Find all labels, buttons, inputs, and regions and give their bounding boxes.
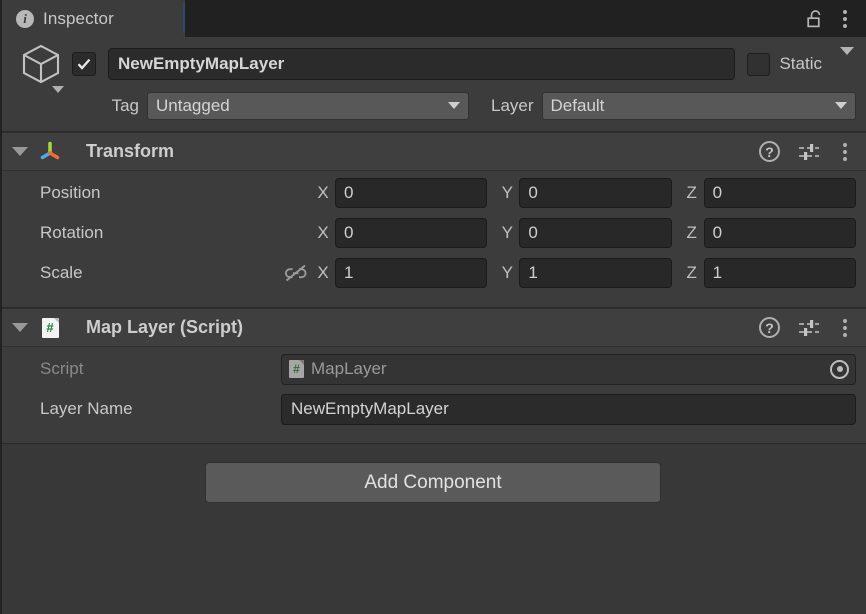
gameobject-enabled-checkbox[interactable]	[72, 52, 96, 76]
tab-bar-actions	[807, 0, 866, 37]
rotation-y-axis-label: Y	[501, 223, 514, 242]
layer-name-row: Layer Name NewEmptyMapLayer	[10, 393, 856, 425]
help-icon[interactable]: ?	[759, 141, 780, 162]
chevron-down-icon	[835, 102, 847, 109]
gameobject-tag-layer-row: Tag Untagged Layer Default	[10, 91, 856, 120]
tab-inspector-label: Inspector	[43, 8, 114, 28]
rotation-z-axis-label: Z	[686, 223, 697, 242]
unlocked-padlock-icon[interactable]	[807, 9, 824, 29]
kebab-menu-icon[interactable]	[838, 7, 852, 31]
component-transform: Transform ? Position X 0 Y 0 Z 0 Rotatio…	[0, 132, 866, 308]
kebab-menu-icon[interactable]	[838, 316, 852, 340]
component-transform-actions: ?	[759, 140, 852, 164]
component-map-layer-actions: ?	[759, 316, 852, 340]
layer-dropdown-value: Default	[550, 95, 605, 115]
layer-dropdown[interactable]: Default	[541, 91, 856, 120]
position-label: Position	[40, 183, 101, 202]
position-y-axis-label: Y	[501, 183, 514, 202]
tab-bar: i Inspector	[0, 0, 866, 37]
component-map-layer: # Map Layer (Script) ? Script # MapLayer…	[0, 308, 866, 444]
add-component-button[interactable]: Add Component	[205, 462, 661, 503]
component-map-layer-title: Map Layer (Script)	[86, 317, 244, 337]
position-y-input[interactable]: 0	[519, 178, 672, 208]
scale-y-axis-label: Y	[501, 263, 514, 282]
component-transform-header[interactable]: Transform ?	[0, 133, 866, 171]
static-label: Static	[779, 54, 822, 73]
scale-y-input[interactable]: 1	[519, 258, 672, 288]
empty-space	[0, 503, 866, 614]
position-x-input[interactable]: 0	[335, 178, 488, 208]
chevron-down-icon	[448, 102, 460, 109]
rotation-x-axis-label: X	[317, 223, 329, 242]
script-object-value: MapLayer	[311, 359, 387, 378]
static-checkbox[interactable]	[747, 52, 771, 76]
position-z-input[interactable]: 0	[703, 178, 856, 208]
cube-icon[interactable]	[10, 41, 72, 93]
component-map-layer-body: Script # MapLayer Layer Name NewEmptyMap…	[0, 347, 866, 443]
scale-z-input[interactable]: 1	[703, 258, 856, 288]
csharp-script-icon: #	[38, 316, 62, 340]
layer-label: Layer	[491, 95, 534, 115]
transform-scale-row: Scale X 1 Y 1 Z 1	[10, 257, 856, 289]
rotation-y-input[interactable]: 0	[519, 218, 672, 248]
preset-sliders-icon[interactable]	[797, 142, 821, 162]
position-x-axis-label: X	[317, 183, 329, 202]
tag-dropdown[interactable]: Untagged	[147, 91, 469, 120]
static-dropdown-arrow-icon[interactable]	[840, 47, 854, 73]
scale-x-input[interactable]: 1	[335, 258, 488, 288]
rotation-x-input[interactable]: 0	[335, 218, 488, 248]
constrain-proportions-off-icon[interactable]	[281, 263, 311, 283]
rotation-label: Rotation	[40, 223, 104, 242]
gameobject-header: NewEmptyMapLayer Static Tag Untagged Lay…	[0, 37, 866, 132]
add-component-area: Add Component	[0, 444, 866, 503]
tag-label: Tag	[111, 95, 139, 115]
gameobject-name-row: NewEmptyMapLayer Static	[10, 44, 856, 93]
position-z-axis-label: Z	[686, 183, 697, 202]
layer-name-input[interactable]: NewEmptyMapLayer	[281, 393, 856, 425]
foldout-arrow-icon[interactable]	[12, 323, 28, 332]
component-transform-body: Position X 0 Y 0 Z 0 Rotation X 0 Y 0 Z …	[0, 171, 866, 307]
cube-dropdown-arrow-icon[interactable]	[52, 86, 64, 93]
scale-z-axis-label: Z	[686, 263, 697, 282]
scale-label: Scale	[40, 263, 83, 282]
gameobject-name-input[interactable]: NewEmptyMapLayer	[108, 48, 736, 80]
transform-position-row: Position X 0 Y 0 Z 0	[10, 177, 856, 209]
component-transform-title: Transform	[86, 141, 175, 161]
transform-axis-icon	[38, 140, 62, 164]
transform-rotation-row: Rotation X 0 Y 0 Z 0	[10, 217, 856, 249]
object-picker-icon[interactable]	[830, 359, 849, 379]
tab-inspector[interactable]: i Inspector	[0, 0, 185, 37]
info-icon: i	[16, 9, 34, 28]
script-row: Script # MapLayer	[10, 353, 856, 385]
inspector-window: i Inspector NewEmptyMapLayer Static Tag …	[0, 0, 866, 614]
rotation-z-input[interactable]: 0	[703, 218, 856, 248]
csharp-script-icon: #	[289, 360, 304, 378]
foldout-arrow-icon[interactable]	[12, 147, 28, 156]
script-label: Script	[40, 359, 84, 378]
kebab-menu-icon[interactable]	[838, 140, 852, 164]
script-object-field[interactable]: # MapLayer	[281, 353, 856, 385]
help-icon[interactable]: ?	[759, 317, 780, 338]
layer-name-label: Layer Name	[40, 399, 133, 418]
component-map-layer-header[interactable]: # Map Layer (Script) ?	[0, 309, 866, 347]
scale-x-axis-label: X	[317, 263, 329, 282]
preset-sliders-icon[interactable]	[797, 318, 821, 338]
tag-dropdown-value: Untagged	[156, 95, 230, 115]
